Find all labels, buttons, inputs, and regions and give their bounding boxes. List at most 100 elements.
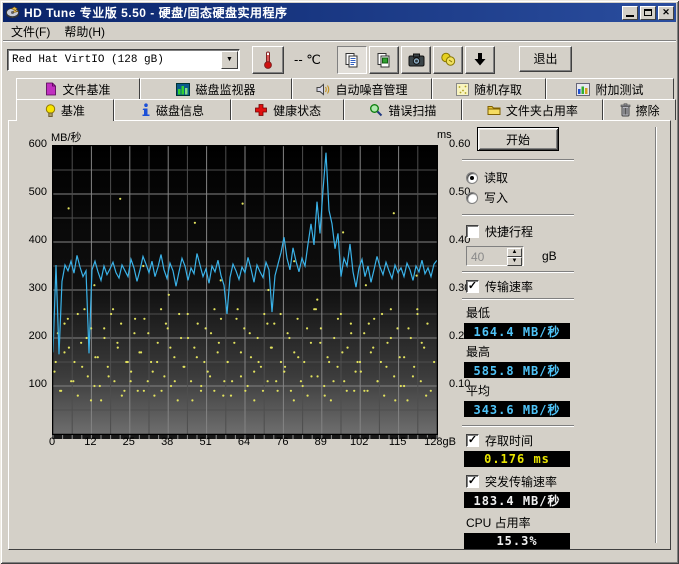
capacity-spinner[interactable]: 40 ▲ ▼ bbox=[466, 246, 524, 266]
thermometer-icon bbox=[260, 50, 276, 70]
access-time-readout: 0.176 ms bbox=[464, 451, 570, 467]
access-time-checkbox[interactable]: ✓ 存取时间 bbox=[458, 432, 578, 449]
short-stroke-checkbox[interactable]: 快捷行程 bbox=[458, 223, 578, 240]
speaker-icon bbox=[316, 83, 330, 96]
toolbar: Red Hat VirtIO (128 gB) ▼ -- ℃ bbox=[3, 41, 676, 78]
tab-health[interactable]: 健康状态 bbox=[231, 99, 344, 120]
burst-rate-readout: 183.4 MB/秒 bbox=[464, 492, 570, 508]
cpu-usage-label: CPU 占用率 bbox=[458, 514, 578, 531]
maximize-button[interactable] bbox=[640, 6, 656, 20]
radio-unselected-icon bbox=[466, 192, 478, 204]
temperature-unit: ℃ bbox=[306, 52, 321, 67]
write-radio[interactable]: 写入 bbox=[458, 189, 578, 206]
x-axis-tick: 128gB bbox=[418, 436, 462, 448]
tab-benchmark[interactable]: 基准 bbox=[16, 99, 114, 121]
avg-label: 平均 bbox=[458, 382, 578, 399]
transfer-rate-label: 传输速率 bbox=[485, 278, 533, 295]
menu-file[interactable]: 文件(F) bbox=[4, 21, 57, 42]
exit-button[interactable]: 退出 bbox=[519, 46, 572, 72]
down-arrow-icon bbox=[473, 52, 487, 67]
capacity-value: 40 bbox=[467, 247, 506, 265]
tab-aam[interactable]: 自动噪音管理 bbox=[292, 78, 432, 99]
tab-disk-monitor[interactable]: 磁盘监视器 bbox=[140, 78, 292, 99]
coins-icon bbox=[440, 52, 457, 67]
short-stroke-label: 快捷行程 bbox=[485, 223, 533, 240]
x-axis-tick: 89 bbox=[299, 436, 343, 448]
menu-bar: 文件(F) 帮助(H) bbox=[3, 22, 676, 41]
checkbox-checked-icon: ✓ bbox=[466, 434, 479, 447]
save-results-button[interactable] bbox=[465, 46, 495, 74]
magnifier-icon bbox=[369, 103, 383, 117]
spin-up-icon[interactable]: ▲ bbox=[507, 248, 522, 257]
burst-rate-checkbox[interactable]: ✓ 突发传输速率 bbox=[458, 473, 578, 490]
benchmark-page: MB/秒 ms 600500400300200100 0.600.500.400… bbox=[8, 120, 671, 550]
copy-text-button[interactable] bbox=[337, 46, 367, 74]
tab-random-access[interactable]: 随机存取 bbox=[432, 78, 546, 99]
separator bbox=[462, 298, 574, 300]
camera-icon bbox=[408, 53, 425, 67]
donate-button[interactable] bbox=[433, 46, 463, 74]
min-readout: 164.4 MB/秒 bbox=[464, 323, 570, 339]
app-icon bbox=[5, 5, 20, 20]
tab-label: 自动噪音管理 bbox=[335, 81, 407, 98]
x-axis-tick: 102 bbox=[337, 436, 381, 448]
copy-image-button[interactable] bbox=[369, 46, 399, 74]
read-radio[interactable]: 读取 bbox=[458, 169, 578, 186]
spin-down-icon[interactable]: ▼ bbox=[507, 257, 522, 266]
left-axis-tick: 600 bbox=[13, 138, 47, 150]
info-icon bbox=[141, 103, 151, 117]
copy-image-icon bbox=[376, 52, 392, 68]
benchmark-controls: 开始 读取 写入 快捷行程 40 ▲ ▼ bbox=[458, 125, 578, 549]
cpu-usage-readout: 15.3% bbox=[464, 533, 570, 549]
health-cross-icon bbox=[254, 103, 268, 117]
burst-rate-label: 突发传输速率 bbox=[485, 473, 557, 490]
left-axis-tick: 500 bbox=[13, 186, 47, 198]
tab-label: 基准 bbox=[61, 102, 85, 119]
tab-erase[interactable]: 擦除 bbox=[603, 99, 676, 120]
left-axis-tick: 400 bbox=[13, 234, 47, 246]
separator bbox=[462, 159, 574, 161]
tab-row-top: 文件基准 磁盘监视器 自动噪音管理 随机存取 附加测试 bbox=[3, 78, 676, 99]
left-axis-tick: 300 bbox=[13, 282, 47, 294]
start-button[interactable]: 开始 bbox=[477, 127, 559, 151]
trash-icon bbox=[620, 103, 631, 117]
left-axis-tick: 100 bbox=[13, 378, 47, 390]
tab-extra-tests[interactable]: 附加测试 bbox=[546, 78, 674, 99]
tab-file-benchmark[interactable]: 文件基准 bbox=[16, 78, 140, 99]
tab-row-bottom: 基准 磁盘信息 健康状态 错误扫描 文件夹占用率 擦除 bbox=[3, 99, 676, 120]
minimize-button[interactable] bbox=[622, 6, 638, 20]
transfer-rate-checkbox[interactable]: ✓ 传输速率 bbox=[458, 278, 578, 295]
separator bbox=[462, 425, 574, 427]
checkbox-checked-icon: ✓ bbox=[466, 280, 479, 293]
read-radio-label: 读取 bbox=[484, 169, 508, 186]
close-button[interactable]: ✕ bbox=[658, 6, 674, 20]
screenshot-button[interactable] bbox=[401, 46, 431, 74]
separator bbox=[462, 214, 574, 216]
capacity-unit: gB bbox=[542, 249, 557, 263]
access-time-label: 存取时间 bbox=[485, 432, 533, 449]
x-axis-tick: 64 bbox=[222, 436, 266, 448]
max-readout: 585.8 MB/秒 bbox=[464, 362, 570, 378]
menu-help[interactable]: 帮助(H) bbox=[57, 21, 112, 42]
x-axis-tick: 0 bbox=[30, 436, 74, 448]
tab-folder-usage[interactable]: 文件夹占用率 bbox=[462, 99, 604, 120]
radio-selected-icon bbox=[466, 172, 478, 184]
x-axis-tick: 115 bbox=[376, 436, 420, 448]
drive-select[interactable]: Red Hat VirtIO (128 gB) ▼ bbox=[7, 49, 240, 71]
spinner-buttons[interactable]: ▲ ▼ bbox=[507, 248, 522, 264]
hd-tune-window: HD Tune 专业版 5.50 - 硬盘/固态硬盘实用程序 ✕ 文件(F) 帮… bbox=[0, 0, 679, 564]
benchmark-icon bbox=[45, 104, 56, 118]
temperature-button[interactable] bbox=[252, 46, 284, 74]
tab-error-scan[interactable]: 错误扫描 bbox=[344, 99, 462, 120]
tab-label: 磁盘监视器 bbox=[195, 81, 255, 98]
temperature-readout: -- ℃ bbox=[294, 52, 321, 68]
max-label: 最高 bbox=[458, 343, 578, 360]
tab-label: 随机存取 bbox=[474, 81, 522, 98]
write-radio-label: 写入 bbox=[484, 189, 508, 206]
dropdown-arrow-icon[interactable]: ▼ bbox=[221, 51, 238, 69]
avg-readout: 343.6 MB/秒 bbox=[464, 401, 570, 417]
tab-label: 文件夹占用率 bbox=[506, 102, 578, 119]
window-title: HD Tune 专业版 5.50 - 硬盘/固态硬盘实用程序 bbox=[24, 4, 620, 21]
checkbox-unchecked-icon bbox=[466, 225, 479, 238]
tab-disk-info[interactable]: 磁盘信息 bbox=[114, 99, 232, 120]
